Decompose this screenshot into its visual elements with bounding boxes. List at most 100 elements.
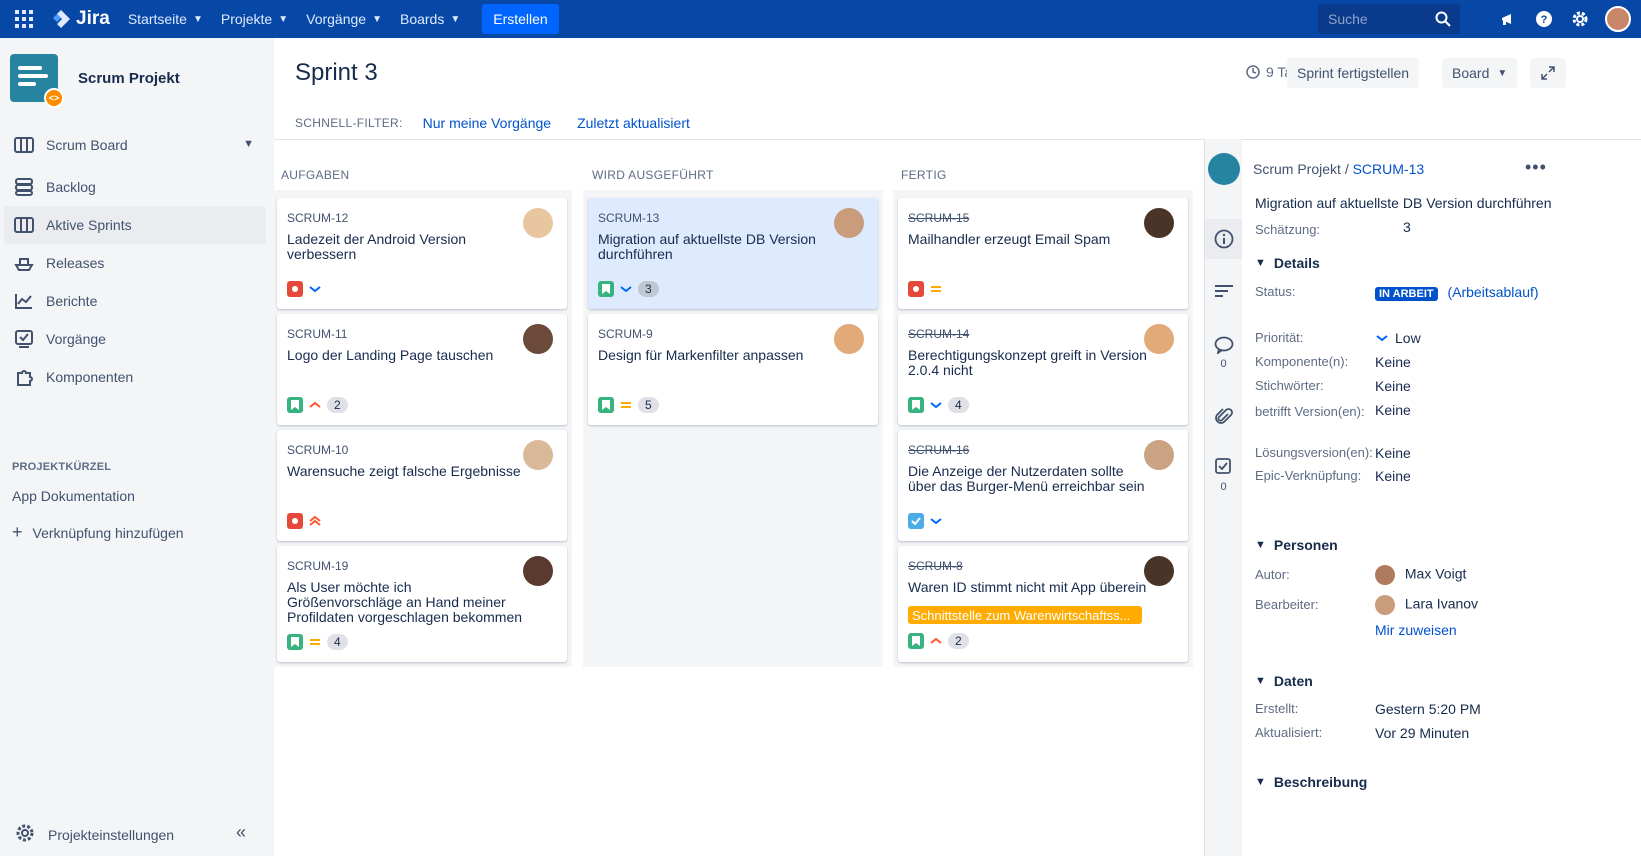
complete-sprint-button[interactable]: Sprint fertigstellen xyxy=(1287,58,1420,88)
issue-key[interactable]: SCRUM-16 xyxy=(908,443,969,457)
issue-key[interactable]: SCRUM-12 xyxy=(287,211,348,225)
sidebar-item-releases[interactable]: Releases xyxy=(0,244,274,282)
project-settings[interactable]: Projekteinstellungen xyxy=(14,822,174,847)
nav-vorgaenge[interactable]: Vorgänge ▼ xyxy=(306,11,382,27)
more-options-icon[interactable]: ••• xyxy=(1525,157,1547,178)
updated-value: Vor 29 Minuten xyxy=(1375,725,1470,741)
jira-logo[interactable]: Jira xyxy=(50,8,110,30)
code-badge-icon: <> xyxy=(44,88,64,108)
status-badge[interactable]: IN ARBEIT xyxy=(1375,287,1438,301)
issue-key[interactable]: SCRUM-13 xyxy=(598,211,659,225)
priority-value[interactable]: Low xyxy=(1375,330,1421,346)
story-points-badge: 3 xyxy=(638,281,659,297)
sidebar-item-active-sprints[interactable]: Aktive Sprints xyxy=(4,206,266,244)
nav-startseite[interactable]: Startseite ▼ xyxy=(128,11,203,27)
add-shortcut-link[interactable]: + Verknüpfung hinzufügen xyxy=(12,522,184,543)
assignee-avatar[interactable] xyxy=(1144,324,1174,354)
checklist-button[interactable]: 0 xyxy=(1205,451,1242,499)
sidebar-item-reports[interactable]: Berichte xyxy=(0,282,274,320)
chevron-down-icon[interactable]: ▼ xyxy=(243,138,254,150)
project-header[interactable]: <> Scrum Projekt xyxy=(10,54,180,108)
issue-card-scrum-8[interactable]: SCRUM-8 Waren ID stimmt nicht mit App üb… xyxy=(898,546,1188,662)
nav-boards[interactable]: Boards ▼ xyxy=(400,11,460,27)
dates-section-toggle[interactable]: ▼ Daten xyxy=(1255,673,1313,689)
issue-card-scrum-16[interactable]: SCRUM-16 Die Anzeige der Nutzerdaten sol… xyxy=(898,430,1188,541)
nav-projekte[interactable]: Projekte ▼ xyxy=(221,11,288,27)
assignee-avatar[interactable] xyxy=(1144,208,1174,238)
priority-low-icon xyxy=(928,397,944,413)
card-meta: 3 xyxy=(598,281,659,297)
board-label: Board xyxy=(1452,65,1490,81)
issue-key[interactable]: SCRUM-11 xyxy=(287,327,347,341)
assignee-avatar[interactable] xyxy=(523,440,553,470)
workflow-link[interactable]: (Arbeitsablauf) xyxy=(1447,284,1538,300)
search-input[interactable]: Suche xyxy=(1318,4,1460,34)
user-avatar[interactable] xyxy=(1605,6,1631,32)
assignee-avatar[interactable] xyxy=(523,556,553,586)
sidebar-item-issues[interactable]: Vorgänge xyxy=(0,320,274,358)
issue-title[interactable]: Migration auf aktuellste DB Version durc… xyxy=(1255,195,1552,211)
filter-recently-updated[interactable]: Zuletzt aktualisiert xyxy=(577,115,690,131)
estimate-value[interactable]: 3 xyxy=(1403,219,1411,235)
issue-key[interactable]: SCRUM-9 xyxy=(598,327,653,341)
affects-version-value[interactable]: Keine xyxy=(1375,402,1411,418)
assignee-avatar[interactable] xyxy=(523,208,553,238)
issue-card-scrum-10[interactable]: SCRUM-10 Warensuche zeigt falsche Ergebn… xyxy=(277,430,567,541)
help-icon[interactable]: ? xyxy=(1533,8,1555,30)
issue-card-scrum-9[interactable]: SCRUM-9 Design für Markenfilter anpassen… xyxy=(588,314,878,425)
megaphone-icon[interactable] xyxy=(1497,8,1519,30)
card-meta xyxy=(287,513,323,529)
expand-icon[interactable] xyxy=(1530,58,1566,88)
sidebar-item-backlog[interactable]: Backlog xyxy=(0,168,274,206)
issue-card-scrum-15[interactable]: SCRUM-15 Mailhandler erzeugt Email Spam xyxy=(898,198,1188,309)
breadcrumb-project[interactable]: Scrum Projekt xyxy=(1253,161,1341,177)
priority-text: Low xyxy=(1395,330,1421,346)
shortcut-app-documentation[interactable]: App Dokumentation xyxy=(12,488,135,504)
labels-value[interactable]: Keine xyxy=(1375,378,1411,394)
app-switcher-icon[interactable] xyxy=(12,7,36,31)
issue-card-scrum-11[interactable]: SCRUM-11 Logo der Landing Page tauschen … xyxy=(277,314,567,425)
issue-card-scrum-19[interactable]: SCRUM-19 Als User möchte ich Größenvorsc… xyxy=(277,546,567,662)
issue-key[interactable]: SCRUM-19 xyxy=(287,559,348,573)
gear-icon[interactable] xyxy=(1569,8,1591,30)
sidebar-item-components[interactable]: Komponenten xyxy=(0,358,274,396)
epic-label[interactable]: Schnittstelle zum Warenwirtschaftss... xyxy=(908,606,1142,624)
issue-summary: Berechtigungskonzept greift in Version 2… xyxy=(908,347,1147,378)
chevron-down-icon: ▼ xyxy=(1255,539,1266,551)
components-value[interactable]: Keine xyxy=(1375,354,1411,370)
assignee-avatar[interactable] xyxy=(834,208,864,238)
issue-key-link[interactable]: SCRUM-13 xyxy=(1353,161,1425,177)
filter-only-my-issues[interactable]: Nur meine Vorgänge xyxy=(423,115,551,131)
issue-key[interactable]: SCRUM-14 xyxy=(908,327,969,341)
assignee-avatar[interactable] xyxy=(523,324,553,354)
collapse-sidebar-icon[interactable]: « xyxy=(236,822,246,843)
people-section-toggle[interactable]: ▼ Personen xyxy=(1255,537,1338,553)
issue-key[interactable]: SCRUM-15 xyxy=(908,211,969,225)
priority-low-icon xyxy=(928,513,944,529)
attachment-icon[interactable] xyxy=(1205,397,1242,437)
assignee-avatar[interactable] xyxy=(834,324,864,354)
info-icon[interactable] xyxy=(1205,219,1242,259)
issue-key[interactable]: SCRUM-10 xyxy=(287,443,348,457)
assignee-avatar[interactable] xyxy=(1144,440,1174,470)
issue-card-scrum-13[interactable]: SCRUM-13 Migration auf aktuellste DB Ver… xyxy=(588,198,878,309)
epic-link-value[interactable]: Keine xyxy=(1375,468,1411,484)
sidebar-item-scrum-board[interactable]: Scrum Board ▼ xyxy=(0,126,274,164)
assignee-value[interactable]: Lara Ivanov xyxy=(1375,595,1478,615)
details-section-toggle[interactable]: ▼ Details xyxy=(1255,255,1320,271)
create-button[interactable]: Erstellen xyxy=(482,4,559,34)
assign-to-me-link[interactable]: Mir zuweisen xyxy=(1375,622,1457,638)
issue-summary: Warensuche zeigt falsche Ergebnisse xyxy=(287,463,521,479)
sort-icon[interactable] xyxy=(1205,271,1242,311)
logo-text: Jira xyxy=(76,8,110,29)
author-value[interactable]: Max Voigt xyxy=(1375,565,1466,585)
board-dropdown-button[interactable]: Board ▼ xyxy=(1442,58,1518,88)
comments-button[interactable]: 0 xyxy=(1205,329,1242,377)
fix-version-value[interactable]: Keine xyxy=(1375,445,1411,461)
issue-card-scrum-14[interactable]: SCRUM-14 Berechtigungskonzept greift in … xyxy=(898,314,1188,425)
priority-low-icon xyxy=(307,281,323,297)
issue-card-scrum-12[interactable]: SCRUM-12 Ladezeit der Android Version ve… xyxy=(277,198,567,309)
description-section-toggle[interactable]: ▼ Beschreibung xyxy=(1255,774,1367,790)
issue-key[interactable]: SCRUM-8 xyxy=(908,559,963,573)
assignee-avatar[interactable] xyxy=(1144,556,1174,586)
